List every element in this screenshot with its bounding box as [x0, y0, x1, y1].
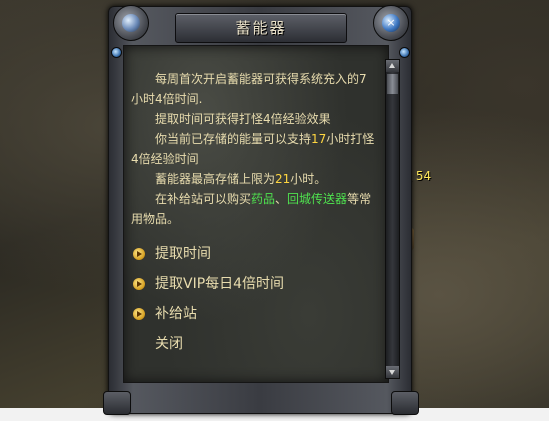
option-withdraw-vip-time[interactable]: 提取VIP每日4倍时间	[133, 269, 373, 299]
close-icon[interactable]: ×	[382, 14, 400, 32]
description-line: 每周首次开启蓄能器可获得系统充入的7小时4倍时间.	[131, 69, 375, 109]
arrow-bullet-icon	[133, 278, 145, 290]
close-button-frame: ×	[373, 5, 409, 41]
dialog-description: 每周首次开启蓄能器可获得系统充入的7小时4倍时间. 提取时间可获得打怪4倍经验效…	[131, 69, 375, 229]
option-label: 补给站	[155, 306, 197, 322]
scroll-up-icon[interactable]	[386, 60, 399, 72]
option-close[interactable]: 关闭	[133, 329, 373, 359]
option-label: 提取时间	[155, 246, 211, 262]
corner-ornament-left	[103, 391, 131, 415]
dialog-title: 蓄能器	[175, 13, 347, 43]
text-segment: 蓄能器最高存储上限为	[155, 172, 276, 186]
scrollbar[interactable]	[385, 59, 400, 379]
description-line: 你当前已存储的能量可以支持17小时打怪4倍经验时间	[131, 129, 375, 169]
text-segment: 在补给站可以购买	[155, 192, 252, 206]
arrow-bullet-icon	[133, 248, 145, 260]
ornament-gem-right	[399, 47, 410, 58]
option-supply-station[interactable]: 补给站	[133, 299, 373, 329]
option-label: 关闭	[155, 336, 183, 352]
description-line: 在补给站可以购买药品、回城传送器等常用物品。	[131, 189, 375, 229]
text-segment: 每周首次开启蓄能器可获得系统充入的7小时4倍时间.	[131, 72, 367, 106]
option-withdraw-time[interactable]: 提取时间	[133, 239, 373, 269]
scroll-thumb[interactable]	[387, 74, 398, 94]
max-hours-value: 21	[275, 172, 291, 186]
text-segment: 小时。	[290, 172, 327, 186]
text-segment: 你当前已存储的能量可以支持	[155, 132, 312, 146]
option-label: 提取VIP每日4倍时间	[155, 276, 285, 292]
accumulator-dialog: × 蓄能器 每周首次开启蓄能器可获得系统充入的7小时4倍时间. 提取时间可获得打…	[103, 5, 419, 415]
scroll-down-icon[interactable]	[386, 366, 399, 378]
ornament-left	[113, 5, 149, 41]
corner-ornament-right	[391, 391, 419, 415]
item-link-medicine[interactable]: 药品	[251, 192, 275, 206]
gem-icon	[122, 14, 140, 32]
stored-hours-value: 17	[311, 132, 327, 146]
dialog-options: 提取时间 提取VIP每日4倍时间 补给站 关闭	[133, 239, 373, 359]
arrow-bullet-icon	[133, 308, 145, 320]
description-line: 蓄能器最高存储上限为21小时。	[131, 169, 375, 189]
text-segment: 提取时间可获得打怪4倍经验效果	[155, 112, 331, 126]
text-segment: 、	[275, 192, 288, 206]
description-line: 提取时间可获得打怪4倍经验效果	[131, 109, 375, 129]
item-link-town-portal[interactable]: 回城传送器	[287, 192, 347, 206]
ornament-gem-left	[111, 47, 122, 58]
